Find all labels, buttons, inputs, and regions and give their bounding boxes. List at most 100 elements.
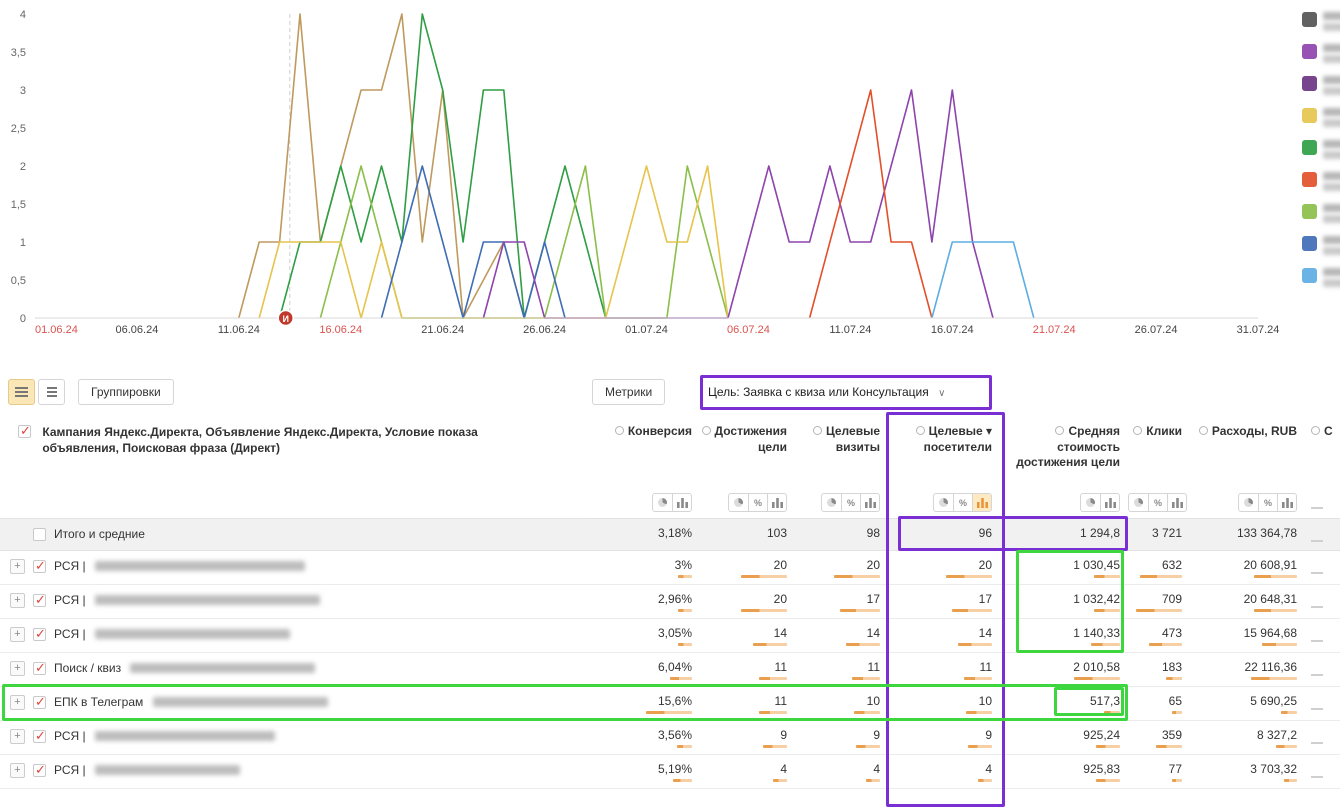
legend-item[interactable]	[1302, 108, 1340, 127]
bars-icon[interactable]	[672, 494, 691, 511]
column-header-goal-reaches[interactable]: Достижения цели	[700, 414, 795, 488]
chart-mode-target-visits: %	[795, 488, 888, 518]
column-header-conversion[interactable]: Конверсия	[588, 414, 700, 488]
metric-cell: 133 364,78	[1190, 518, 1305, 550]
row-checkbox[interactable]	[33, 594, 46, 607]
pie-icon[interactable]	[1129, 494, 1148, 511]
column-header-avg-goal-cost[interactable]: Средняя стоимость достижения цели	[1000, 414, 1128, 488]
percent-icon[interactable]: %	[1148, 494, 1167, 511]
metric-value: 20 608,91	[1190, 558, 1297, 572]
expand-button[interactable]	[10, 763, 25, 778]
metric-value: 65	[1128, 694, 1182, 708]
metric-cell: 3%	[588, 550, 700, 584]
percent-icon[interactable]: %	[841, 494, 860, 511]
legend-item[interactable]	[1302, 76, 1340, 95]
mini-bar	[678, 609, 692, 612]
x-tick-label: 21.07.24	[1033, 324, 1076, 336]
table-row: РСЯ | 3%2020201 030,4563220 608,91	[0, 550, 1340, 584]
row-checkbox[interactable]	[33, 730, 46, 743]
select-all-checkbox[interactable]	[18, 425, 31, 438]
percent-icon[interactable]: %	[748, 494, 767, 511]
expand-button[interactable]	[10, 559, 25, 574]
percent-icon[interactable]: %	[953, 494, 972, 511]
x-tick-label: 26.07.24	[1135, 324, 1178, 336]
axis-marker[interactable]: И	[278, 311, 293, 326]
metric-value: 2 010,58	[1000, 660, 1120, 674]
pie-icon[interactable]	[934, 494, 953, 511]
metric-value: 3 721	[1128, 526, 1182, 540]
row-checkbox[interactable]	[33, 764, 46, 777]
truncated-content	[1311, 572, 1323, 574]
mini-bar	[759, 677, 787, 680]
percent-icon[interactable]: %	[1258, 494, 1277, 511]
chart-mode-switcher: %	[933, 493, 992, 512]
row-checkbox[interactable]	[33, 628, 46, 641]
column-header-clicks[interactable]: Клики	[1128, 414, 1190, 488]
column-header-target-visitors[interactable]: Целевые ▾ посетители	[888, 414, 1000, 488]
metric-cell: 4	[888, 754, 1000, 788]
metric-cell: 3,18%	[588, 518, 700, 550]
bars-icon[interactable]	[1277, 494, 1296, 511]
row-name-cell: РСЯ |	[0, 720, 588, 754]
pie-icon[interactable]	[1239, 494, 1258, 511]
traffic-chart-canvas: 00,511,522,533,5401.06.2406.06.2411.06.2…	[0, 0, 1340, 348]
table-row: РСЯ | 5,19%444925,83773 703,32	[0, 754, 1340, 788]
legend-item[interactable]	[1302, 236, 1340, 255]
bars-icon[interactable]	[1167, 494, 1186, 511]
pie-icon[interactable]	[822, 494, 841, 511]
mini-bar	[1104, 711, 1120, 714]
bars-icon[interactable]	[1100, 494, 1119, 511]
chart-mode-switcher: %	[1238, 493, 1297, 512]
row-checkbox[interactable]	[33, 662, 46, 675]
pie-icon[interactable]	[653, 494, 672, 511]
redacted-text	[130, 663, 315, 673]
row-checkbox[interactable]	[33, 696, 46, 709]
column-header-target-visits[interactable]: Целевые визиты	[795, 414, 888, 488]
pie-icon[interactable]	[1081, 494, 1100, 511]
report-toolbar: Группировки Метрики Цель: Заявка с квиза…	[0, 376, 1340, 410]
expand-button[interactable]	[10, 627, 25, 642]
mini-bar	[678, 575, 692, 578]
mini-bar	[1140, 575, 1182, 578]
column-header-label: Достижения цели	[715, 424, 787, 454]
cutoff-cell	[1305, 518, 1340, 550]
expand-button[interactable]	[10, 661, 25, 676]
column-header-costs[interactable]: Расходы, RUB	[1190, 414, 1305, 488]
cutoff-cell	[1305, 584, 1340, 618]
redacted-text	[1323, 44, 1340, 63]
legend-item[interactable]	[1302, 44, 1340, 63]
groupings-button[interactable]: Группировки	[78, 379, 174, 405]
goal-selector[interactable]: Цель: Заявка с квиза или Консультация ∨	[708, 385, 945, 399]
legend-item[interactable]	[1302, 268, 1340, 287]
y-tick-label: 2,5	[11, 123, 26, 135]
row-checkbox[interactable]	[33, 528, 46, 541]
bars-icon[interactable]	[972, 494, 991, 511]
pie-icon[interactable]	[729, 494, 748, 511]
legend-item[interactable]	[1302, 204, 1340, 223]
legend-item[interactable]	[1302, 12, 1340, 31]
mini-bar	[1096, 779, 1120, 782]
expand-button[interactable]	[10, 593, 25, 608]
expand-button[interactable]	[10, 695, 25, 710]
mini-bar	[846, 643, 880, 646]
chart-mode-goal-reaches: %	[700, 488, 795, 518]
metric-value: 473	[1128, 626, 1182, 640]
metric-value: 1 030,45	[1000, 558, 1120, 572]
bars-icon[interactable]	[860, 494, 879, 511]
legend-item[interactable]	[1302, 140, 1340, 159]
metric-cell: 10	[795, 686, 888, 720]
truncated-content	[1311, 640, 1323, 642]
legend-item[interactable]	[1302, 172, 1340, 191]
tree-view-button[interactable]	[38, 379, 65, 405]
truncated-content	[1311, 708, 1323, 710]
x-tick-label: 31.07.24	[1237, 324, 1280, 336]
expand-button[interactable]	[10, 729, 25, 744]
bars-icon[interactable]	[767, 494, 786, 511]
series-swatch	[1302, 108, 1317, 123]
row-checkbox[interactable]	[33, 560, 46, 573]
metrics-button[interactable]: Метрики	[592, 379, 665, 405]
svg-text:И: И	[282, 314, 288, 324]
list-view-button[interactable]	[8, 379, 35, 405]
mini-bar	[677, 745, 692, 748]
cutoff-cell	[1305, 686, 1340, 720]
